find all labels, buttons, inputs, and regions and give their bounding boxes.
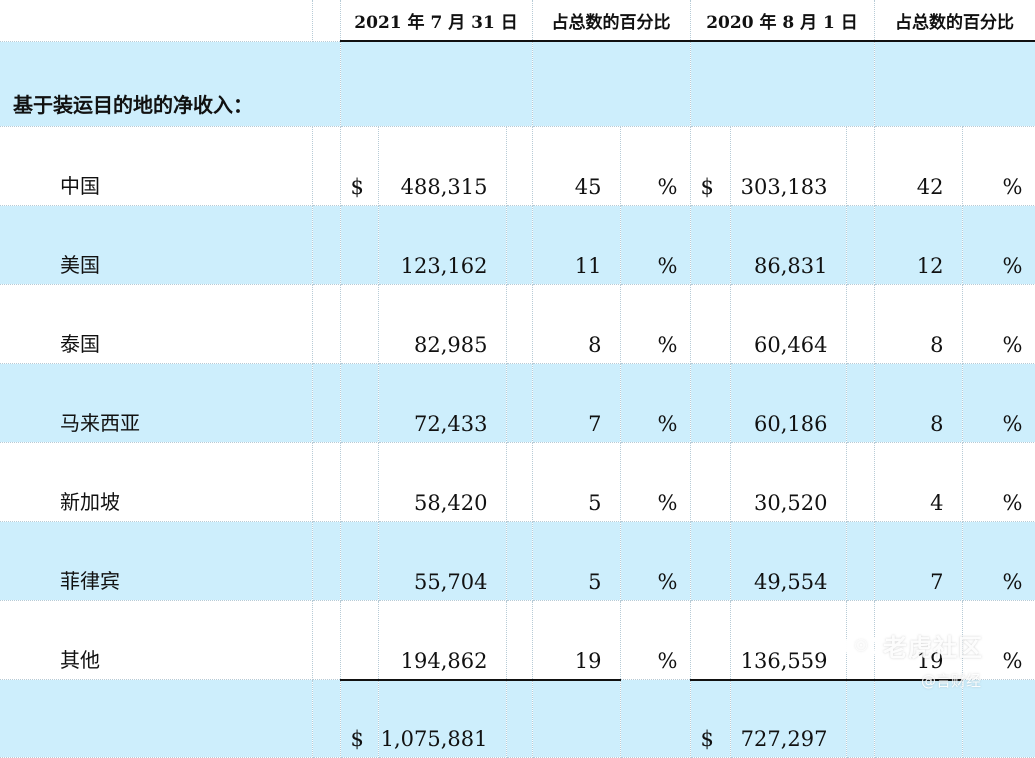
header-row: 2021 年 7 月 31 日 占总数的百分比 2020 年 8 月 1 日 占… xyxy=(0,0,1035,42)
value-2020: 86,831 xyxy=(730,205,847,285)
total-currency-2021: $ xyxy=(340,679,379,758)
tiger-logo-icon: ☉ xyxy=(845,630,877,662)
section-title-row: 基于装运目的地的净收入： xyxy=(0,41,1035,127)
total-2021: 1,075,881 xyxy=(378,679,507,758)
table-row: 新加坡 58,420 5 % 30,520 4 % xyxy=(0,442,1035,522)
value-2020: 60,186 xyxy=(730,363,847,443)
header-blank xyxy=(0,0,313,42)
header-pct-2021: 占总数的百分比 xyxy=(532,0,691,42)
section-title: 基于装运目的地的净收入： xyxy=(0,41,341,127)
header-period-2020: 2020 年 8 月 1 日 xyxy=(690,0,875,42)
value-2020: 136,559 xyxy=(730,600,847,681)
table-row: 中国 $ 488,315 45 % $ 303,183 42 % xyxy=(0,126,1035,206)
pct-2021: 11 xyxy=(532,205,621,285)
value-2021: 55,704 xyxy=(378,521,507,601)
pct-sign: % xyxy=(620,284,691,364)
pct-2021: 8 xyxy=(532,284,621,364)
total-2020: 727,297 xyxy=(730,679,847,758)
pct-2020: 7 xyxy=(874,521,963,601)
value-2021: 58,420 xyxy=(378,442,507,522)
total-label xyxy=(0,679,313,758)
pct-2020: 42 xyxy=(874,126,963,206)
table-row: 菲律宾 55,704 5 % 49,554 7 % xyxy=(0,521,1035,601)
row-label: 其他 xyxy=(0,600,313,680)
pct-sign: % xyxy=(962,284,1035,364)
pct-2021: 19 xyxy=(532,600,621,681)
row-label: 马来西亚 xyxy=(0,363,313,443)
currency-2020: $ xyxy=(690,126,731,206)
pct-sign: % xyxy=(620,126,691,206)
pct-sign: % xyxy=(962,442,1035,522)
pct-2021: 5 xyxy=(532,442,621,522)
value-2021: 488,315 xyxy=(378,126,507,206)
value-2020: 60,464 xyxy=(730,284,847,364)
pct-sign: % xyxy=(620,600,691,680)
value-2021: 123,162 xyxy=(378,205,507,285)
pct-2021: 45 xyxy=(532,126,621,206)
row-label: 中国 xyxy=(0,126,313,206)
value-2021: 82,985 xyxy=(378,284,507,364)
pct-sign: % xyxy=(620,363,691,443)
pct-2020: 8 xyxy=(874,284,963,364)
pct-2021: 5 xyxy=(532,521,621,601)
table-row: 泰国 82,985 8 % 60,464 8 % xyxy=(0,284,1035,364)
pct-2020: 4 xyxy=(874,442,963,522)
row-label: 美国 xyxy=(0,205,313,285)
pct-sign: % xyxy=(962,126,1035,206)
value-2020: 49,554 xyxy=(730,521,847,601)
table-row: 美国 123,162 11 % 86,831 12 % xyxy=(0,205,1035,285)
watermark: ☉ 老虎社区 @言财经 xyxy=(845,626,1015,696)
pct-sign: % xyxy=(620,205,691,285)
pct-sign: % xyxy=(620,442,691,522)
value-2021: 72,433 xyxy=(378,363,507,443)
watermark-sub: @言财经 xyxy=(921,672,982,690)
watermark-main: 老虎社区 xyxy=(883,634,983,662)
pct-sign: % xyxy=(962,521,1035,601)
currency-2021: $ xyxy=(340,126,379,206)
row-label: 菲律宾 xyxy=(0,521,313,601)
value-2020: 30,520 xyxy=(730,442,847,522)
value-2021: 194,862 xyxy=(378,600,507,681)
row-label: 新加坡 xyxy=(0,442,313,522)
header-pct-2020: 占总数的百分比 xyxy=(874,0,1035,42)
pct-2020: 12 xyxy=(874,205,963,285)
pct-sign: % xyxy=(962,205,1035,285)
pct-2021: 7 xyxy=(532,363,621,443)
pct-sign: % xyxy=(620,521,691,601)
value-2020: 303,183 xyxy=(730,126,847,206)
table-row: 马来西亚 72,433 7 % 60,186 8 % xyxy=(0,363,1035,443)
row-label: 泰国 xyxy=(0,284,313,364)
total-currency-2020: $ xyxy=(690,679,731,758)
header-period-2021: 2021 年 7 月 31 日 xyxy=(340,0,533,42)
pct-sign: % xyxy=(962,363,1035,443)
pct-2020: 8 xyxy=(874,363,963,443)
